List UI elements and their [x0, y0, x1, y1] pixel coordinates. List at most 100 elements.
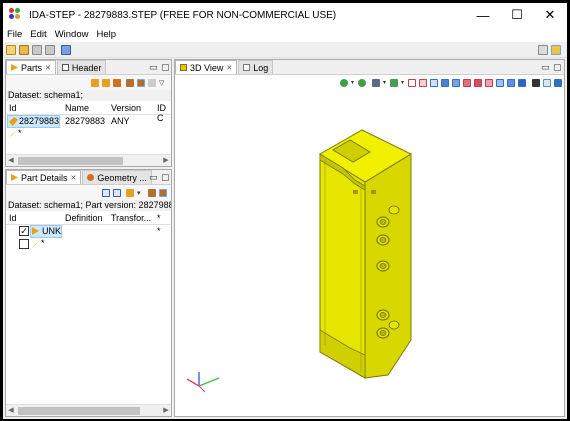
- view-right-icon[interactable]: [452, 78, 460, 87]
- close-button[interactable]: ✕: [533, 3, 567, 27]
- header-icon: [61, 64, 69, 71]
- new-file-icon[interactable]: [6, 44, 16, 55]
- column-name[interactable]: Name: [65, 103, 89, 113]
- minimize-button[interactable]: —: [466, 3, 500, 27]
- axis-x: [186, 378, 200, 387]
- view-iso2-icon[interactable]: [485, 78, 493, 87]
- delete-icon[interactable]: [113, 78, 121, 87]
- view-iso-icon[interactable]: [408, 78, 416, 87]
- filter-icon[interactable]: [148, 188, 156, 197]
- scroll-left-icon[interactable]: ◀: [6, 155, 16, 166]
- 3d-model-canvas[interactable]: [175, 90, 564, 416]
- main-toolbar: [3, 42, 567, 58]
- table-row[interactable]: *: [6, 128, 171, 141]
- link-with-editor-icon[interactable]: [137, 78, 145, 87]
- view-menu-icon[interactable]: ▽: [159, 79, 167, 87]
- minimize-icon: —: [476, 7, 490, 23]
- perspective-icon[interactable]: [551, 44, 561, 55]
- view-iso4-icon[interactable]: [507, 78, 515, 87]
- view-left-icon[interactable]: [441, 78, 449, 87]
- dropdown-icon[interactable]: ▾: [383, 79, 387, 87]
- view-iso5-icon[interactable]: [518, 78, 526, 87]
- collapse-icon[interactable]: [148, 78, 156, 87]
- collapse-all-icon[interactable]: [113, 188, 121, 197]
- tab-3d-view[interactable]: 3D View ✕: [175, 60, 238, 74]
- close-tab-icon[interactable]: ✕: [71, 174, 77, 182]
- new-part-icon: [9, 130, 17, 138]
- menu-file[interactable]: File: [7, 29, 22, 40]
- maximize-view-icon[interactable]: ▢: [553, 62, 562, 73]
- view-bottom-icon[interactable]: [474, 78, 482, 87]
- save-all-icon[interactable]: [45, 44, 55, 55]
- column-id[interactable]: Id: [9, 213, 17, 223]
- view-front-icon[interactable]: [419, 78, 427, 87]
- column-star[interactable]: *: [157, 213, 161, 223]
- rotate-icon[interactable]: [340, 78, 348, 87]
- app-logo-icon: [9, 8, 23, 22]
- column-transformation[interactable]: Transfor...: [111, 213, 151, 223]
- open-perspective-icon[interactable]: [538, 44, 548, 55]
- tab-geometry[interactable]: Geometry ...: [82, 170, 152, 184]
- maximize-view-icon[interactable]: ▢: [161, 62, 170, 73]
- table-row[interactable]: 28279883 28279883 ANY: [6, 115, 171, 128]
- column-version[interactable]: Version: [111, 103, 141, 113]
- display-mode-icon[interactable]: [390, 78, 398, 87]
- new-instance-icon: [32, 240, 40, 248]
- maximize-button[interactable]: ☐: [500, 3, 534, 27]
- filter-icon[interactable]: [126, 78, 134, 87]
- parts-table: Id Name Version ID C 28279883 28279883 A…: [6, 101, 171, 141]
- instance-checkbox[interactable]: ✓: [19, 226, 29, 236]
- expand-all-icon[interactable]: [102, 188, 110, 197]
- part-details-table-header: Id Definition Transfor... *: [6, 211, 171, 225]
- close-tab-icon[interactable]: ✕: [226, 64, 232, 72]
- column-definition[interactable]: Definition: [65, 213, 103, 223]
- 3d-viewport[interactable]: [175, 90, 564, 416]
- menu-help[interactable]: Help: [96, 29, 116, 40]
- link-with-editor-icon[interactable]: [159, 188, 167, 197]
- link-icon[interactable]: [61, 44, 71, 55]
- 3d-view-toolbar: ▾ ▾ ▾: [175, 75, 564, 90]
- 3d-part-model[interactable]: [319, 129, 413, 379]
- save-icon[interactable]: [32, 44, 42, 55]
- menu-edit[interactable]: Edit: [30, 29, 46, 40]
- fit-all-icon[interactable]: [532, 78, 540, 87]
- open-folder-icon[interactable]: [19, 44, 29, 55]
- part-details-hscrollbar[interactable]: ◀ ▶: [6, 404, 171, 416]
- tab-header-label: Header: [71, 62, 102, 73]
- add-part-icon[interactable]: [91, 78, 99, 87]
- settings-icon[interactable]: [554, 78, 562, 87]
- view-back-icon[interactable]: [430, 78, 438, 87]
- scroll-right-icon[interactable]: ▶: [161, 155, 171, 166]
- tab-parts[interactable]: Parts ✕: [6, 60, 56, 74]
- minimize-view-icon[interactable]: ▭: [149, 172, 158, 183]
- maximize-view-icon[interactable]: ▢: [161, 172, 170, 183]
- parts-hscrollbar[interactable]: ◀ ▶: [6, 154, 171, 166]
- minimize-view-icon[interactable]: ▭: [149, 62, 158, 73]
- dropdown-icon[interactable]: ▾: [351, 79, 355, 87]
- tab-log[interactable]: Log: [238, 60, 274, 74]
- table-row[interactable]: *: [6, 238, 171, 251]
- close-tab-icon[interactable]: ✕: [45, 64, 51, 72]
- tab-part-details[interactable]: Part Details ✕: [6, 170, 82, 184]
- scroll-right-icon[interactable]: ▶: [161, 405, 171, 416]
- column-id[interactable]: Id: [9, 103, 17, 113]
- menu-window[interactable]: Window: [55, 29, 89, 40]
- scroll-left-icon[interactable]: ◀: [6, 405, 16, 416]
- select-mode-icon[interactable]: [543, 78, 551, 87]
- add-version-icon[interactable]: [102, 78, 110, 87]
- refresh-icon[interactable]: [358, 78, 366, 87]
- scroll-thumb[interactable]: [18, 157, 123, 165]
- view-iso3-icon[interactable]: [496, 78, 504, 87]
- tab-header[interactable]: Header: [56, 60, 107, 74]
- scroll-thumb[interactable]: [18, 407, 140, 415]
- axis-x-neg: [198, 385, 206, 393]
- add-instance-icon[interactable]: [126, 188, 134, 197]
- new-part-cell: *: [18, 128, 22, 138]
- new-instance-checkbox[interactable]: [19, 239, 29, 249]
- dropdown-icon[interactable]: ▾: [401, 79, 405, 87]
- minimize-view-icon[interactable]: ▭: [541, 62, 550, 73]
- table-row[interactable]: ✓ UNK *: [6, 225, 171, 238]
- shading-icon[interactable]: [372, 78, 380, 87]
- dropdown-icon[interactable]: ▾: [137, 189, 145, 197]
- view-top-icon[interactable]: [463, 78, 471, 87]
